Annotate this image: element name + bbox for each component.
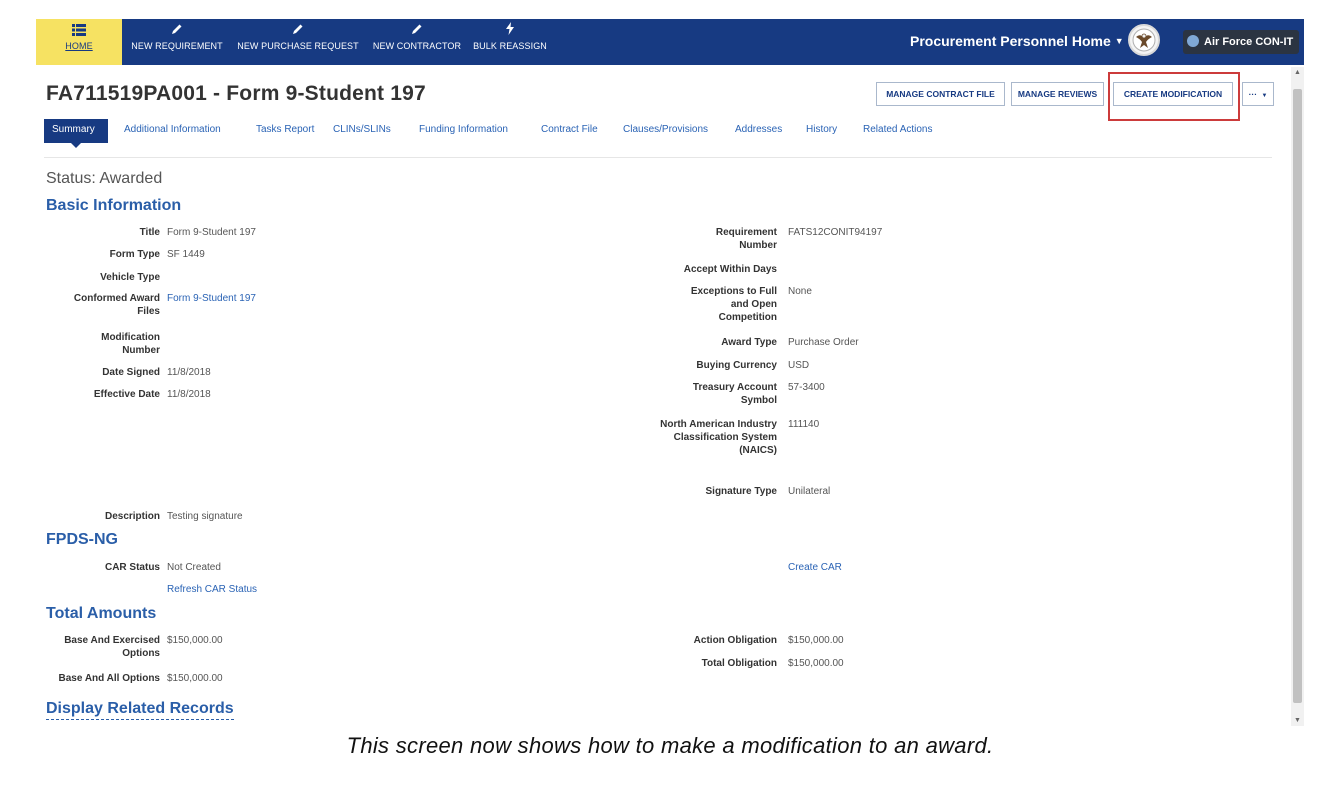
lightning-icon	[470, 19, 550, 41]
user-avatar[interactable]	[1128, 24, 1160, 56]
field-value: FATS12CONIT94197	[788, 227, 883, 238]
globe-icon	[1187, 35, 1199, 47]
field-value: $150,000.00	[167, 635, 223, 646]
field-label: Action Obligation	[693, 635, 777, 646]
more-actions-button[interactable]: ··· ▼	[1242, 82, 1274, 106]
field-value: USD	[788, 360, 810, 371]
tab-divider	[44, 157, 1272, 158]
field-value: $150,000.00	[788, 658, 844, 669]
field-label: Award Type	[721, 337, 777, 348]
nav-new-requirement[interactable]: NEW REQUIREMENT	[128, 19, 226, 65]
field-label: Effective Date	[93, 389, 160, 400]
field-value: 11/8/2018	[167, 389, 211, 400]
pencil-icon	[371, 19, 463, 41]
portal-dropdown[interactable]: Procurement Personnel Home ▼	[910, 33, 1124, 49]
tab-tasks-report[interactable]: Tasks Report	[256, 119, 314, 143]
manage-contract-file-button[interactable]: MANAGE CONTRACT FILE	[876, 82, 1005, 106]
tutorial-caption: This screen now shows how to make a modi…	[346, 733, 994, 758]
scroll-up-icon[interactable]: ▲	[1291, 69, 1304, 76]
field-label: Requirement Number	[715, 227, 777, 251]
basic-information-heading: Basic Information	[46, 197, 182, 214]
conformed-award-files-link[interactable]: Form 9-Student 197	[167, 292, 256, 305]
top-navigation-bar: HOME NEW REQUIREMENT NEW PURCHASE REQUES…	[36, 19, 1304, 65]
nav-home[interactable]: HOME	[36, 19, 122, 65]
create-car-link[interactable]: Create CAR	[788, 561, 842, 574]
organization-label: Air Force CON-IT	[1204, 36, 1294, 48]
nav-new-requirement-label: NEW REQUIREMENT	[131, 41, 223, 51]
tab-clauses-provisions[interactable]: Clauses/Provisions	[623, 119, 708, 143]
field-value: Unilateral	[788, 486, 831, 497]
field-value: $150,000.00	[167, 673, 223, 684]
field-label: Signature Type	[705, 486, 778, 497]
field-label: Base And Exercised Options	[64, 635, 160, 659]
field-label: Form Type	[109, 249, 160, 260]
field-label: Exceptions to Full and Open Competition	[690, 286, 777, 323]
field-value: 11/8/2018	[167, 367, 211, 378]
field-label: Modification Number	[101, 332, 160, 356]
more-actions-label: ···	[1248, 89, 1258, 99]
portal-label: Procurement Personnel Home	[910, 33, 1111, 49]
field-value: 111140	[788, 419, 820, 430]
field-value: None	[788, 286, 812, 297]
fpds-ng-heading: FPDS-NG	[46, 531, 118, 548]
scrollbar-thumb[interactable]	[1293, 89, 1302, 703]
chevron-down-icon: ▼	[1261, 93, 1268, 99]
field-label: Total Obligation	[701, 658, 777, 669]
tab-summary[interactable]: Summary	[44, 119, 108, 148]
tab-clins-slins[interactable]: CLINs/SLINs	[333, 119, 391, 143]
field-label: CAR Status	[104, 562, 160, 573]
tab-related-actions[interactable]: Related Actions	[863, 119, 933, 143]
nav-bulk-reassign-label: BULK REASSIGN	[473, 41, 547, 51]
callout-highlight-box	[1108, 72, 1240, 121]
tab-history[interactable]: History	[806, 119, 837, 143]
field-value: Testing signature	[167, 511, 243, 522]
page-title: FA711519PA001 - Form 9-Student 197	[46, 82, 426, 105]
field-label: Conformed Award Files	[73, 293, 160, 317]
total-amounts-heading: Total Amounts	[46, 605, 157, 622]
vertical-scrollbar[interactable]: ▲ ▼	[1291, 67, 1304, 726]
car-status-value: Not Created	[167, 562, 221, 573]
field-value: Purchase Order	[788, 337, 859, 348]
display-related-records-link[interactable]: Display Related Records	[46, 699, 234, 720]
chevron-down-icon: ▼	[1114, 36, 1124, 46]
pencil-icon	[128, 19, 226, 41]
manage-reviews-button[interactable]: MANAGE REVIEWS	[1011, 82, 1104, 106]
app-window: HOME NEW REQUIREMENT NEW PURCHASE REQUES…	[36, 19, 1304, 726]
nav-new-purchase-request-label: NEW PURCHASE REQUEST	[237, 41, 359, 51]
refresh-car-status-link[interactable]: Refresh CAR Status	[167, 583, 257, 596]
field-label: Date Signed	[102, 367, 160, 378]
tab-addresses[interactable]: Addresses	[735, 119, 782, 143]
nav-new-contractor-label: NEW CONTRACTOR	[372, 41, 462, 51]
field-value: Form 9-Student 197	[167, 227, 256, 238]
field-value: 57-3400	[788, 382, 825, 393]
scroll-down-icon[interactable]: ▼	[1291, 717, 1304, 724]
eagle-emblem-icon	[1132, 28, 1156, 52]
field-label: Description	[104, 511, 160, 522]
field-label: Treasury Account Symbol	[692, 382, 777, 406]
nav-bulk-reassign[interactable]: BULK REASSIGN	[470, 19, 550, 65]
field-label: North American Industry Classification S…	[660, 419, 777, 456]
field-label: Base And All Options	[58, 673, 161, 684]
field-label: Vehicle Type	[100, 272, 160, 283]
nav-new-purchase-request[interactable]: NEW PURCHASE REQUEST	[233, 19, 363, 65]
organization-selector[interactable]: Air Force CON-IT	[1183, 30, 1300, 54]
field-value: SF 1449	[167, 249, 205, 260]
tab-contract-file[interactable]: Contract File	[541, 119, 598, 143]
tab-additional-information[interactable]: Additional Information	[124, 119, 221, 143]
list-icon	[36, 19, 122, 41]
record-status: Status: Awarded	[46, 170, 163, 187]
field-value: $150,000.00	[788, 635, 844, 646]
tab-funding-information[interactable]: Funding Information	[419, 119, 508, 143]
field-label: Buying Currency	[696, 360, 777, 371]
pencil-icon	[233, 19, 363, 41]
field-label: Title	[139, 227, 160, 238]
nav-home-label: HOME	[65, 41, 93, 51]
nav-new-contractor[interactable]: NEW CONTRACTOR	[371, 19, 463, 65]
field-label: Accept Within Days	[683, 264, 777, 275]
